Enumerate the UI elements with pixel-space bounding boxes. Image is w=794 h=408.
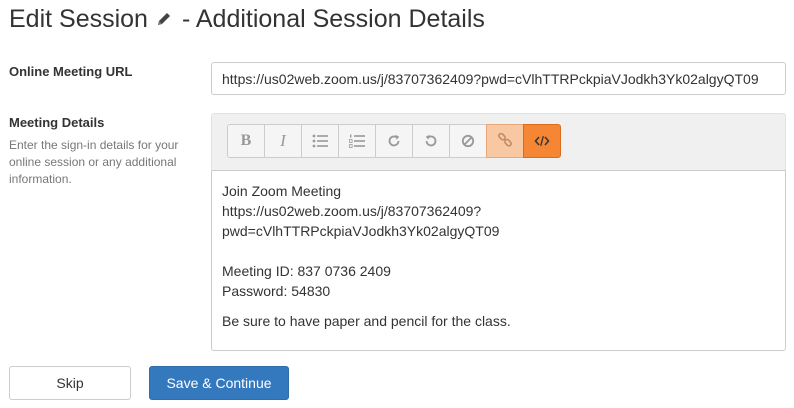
pencil-icon[interactable] — [156, 11, 172, 27]
save-and-continue-button[interactable]: Save & Continue — [149, 366, 289, 400]
link-icon — [498, 133, 512, 147]
italic-icon: I — [280, 131, 286, 150]
editor-line: https://us02web.zoom.us/j/83707362409? — [222, 203, 482, 219]
redo-button[interactable] — [375, 124, 413, 158]
editor-blank-line — [222, 241, 775, 261]
page-title-main: Edit Session — [9, 4, 148, 33]
toolbar-button-group: B I — [227, 124, 561, 158]
editor-paragraph-gap — [222, 301, 775, 311]
italic-button[interactable]: I — [264, 124, 302, 158]
page-title: Edit Session - Additional Session Detail… — [9, 3, 485, 35]
bullet-list-button[interactable] — [301, 124, 339, 158]
skip-button[interactable]: Skip — [9, 366, 131, 400]
meeting-details-label: Meeting Details — [9, 115, 105, 130]
clear-format-icon — [461, 134, 475, 148]
online-meeting-url-label: Online Meeting URL — [9, 64, 133, 79]
editor-line: Password: 54830 — [222, 283, 331, 299]
editor-line: Join Zoom Meeting — [222, 183, 342, 199]
numbered-list-button[interactable] — [338, 124, 376, 158]
meeting-details-editor[interactable]: Join Zoom Meeting https://us02web.zoom.u… — [211, 170, 786, 351]
editor-toolbar: B I — [211, 113, 786, 170]
meeting-details-help: Enter the sign-in details for your onlin… — [9, 138, 179, 186]
editor-line: Meeting ID: 837 0736 2409 — [222, 263, 391, 279]
redo-icon — [388, 134, 400, 147]
editor-line: pwd=cVlhTTRPckpiaVJodkh3Yk02algyQT09 — [222, 223, 500, 239]
bold-button[interactable]: B — [227, 124, 265, 158]
editor-line: Be sure to have paper and pencil for the… — [222, 313, 511, 329]
undo-icon — [425, 134, 437, 147]
page-title-sub: - Additional Session Details — [181, 4, 485, 33]
undo-button[interactable] — [412, 124, 450, 158]
edit-session-page: Edit Session - Additional Session Detail… — [0, 0, 794, 408]
code-view-button[interactable] — [523, 124, 561, 158]
code-icon — [534, 136, 550, 146]
online-meeting-url-input[interactable] — [211, 62, 786, 95]
link-button[interactable] — [486, 124, 524, 158]
bold-icon: B — [240, 132, 252, 149]
bullet-list-icon — [312, 134, 328, 148]
clear-format-button[interactable] — [449, 124, 487, 158]
numbered-list-icon — [349, 134, 365, 148]
